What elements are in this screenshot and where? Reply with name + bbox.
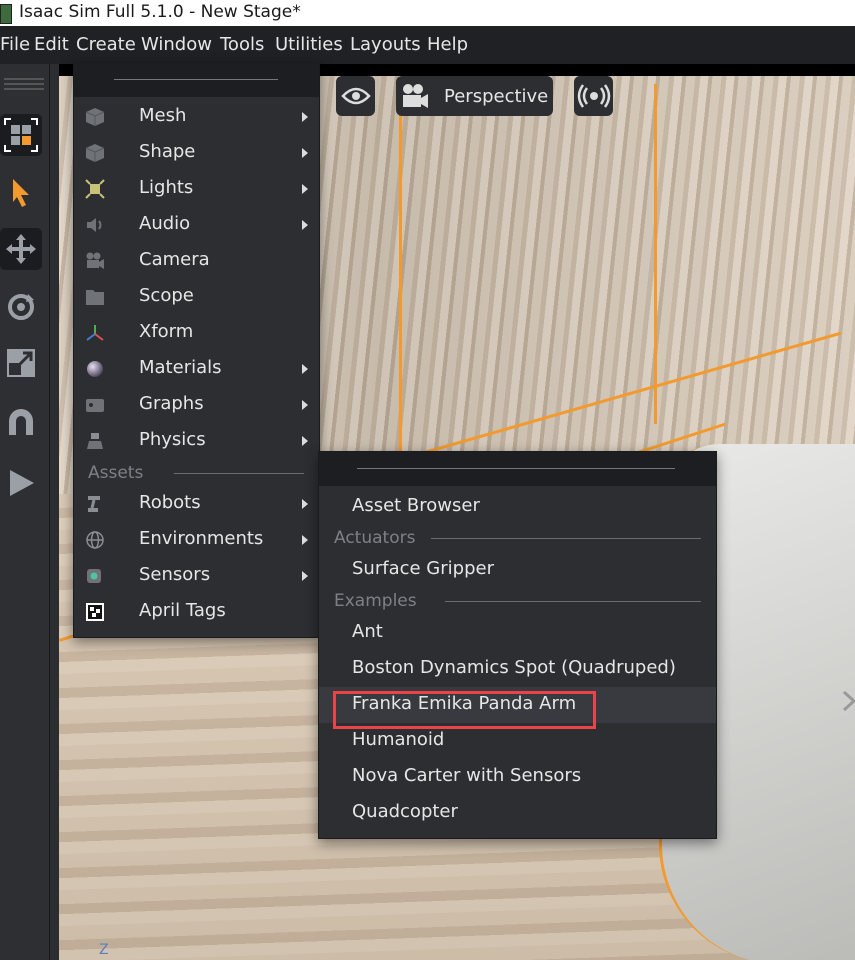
visibility-eye-button[interactable]	[336, 76, 375, 116]
menu-item-physics[interactable]: Physics	[74, 423, 319, 459]
menu-item-camera[interactable]: Camera	[74, 243, 319, 279]
submenu-arrow-icon	[302, 535, 308, 545]
shape-icon	[84, 142, 106, 164]
menu-item-shape[interactable]: Shape	[74, 135, 319, 171]
examples-section-header: Examples	[319, 589, 716, 615]
move-icon[interactable]	[0, 228, 42, 270]
menu-item-ant[interactable]: Ant	[319, 615, 716, 651]
submenu-arrow-icon	[302, 436, 308, 446]
window-title: Isaac Sim Full 5.1.0 - New Stage*	[19, 2, 301, 22]
rotate-icon[interactable]	[0, 286, 42, 328]
actuators-section-header: Actuators	[319, 526, 716, 552]
play-icon[interactable]	[0, 462, 42, 504]
speaker-icon	[84, 214, 106, 236]
folder-icon	[84, 286, 106, 308]
submenu-arrow-icon	[302, 220, 308, 230]
menu-help[interactable]: Help	[427, 34, 468, 55]
select-arrow-icon[interactable]	[0, 172, 42, 214]
camera-icon	[84, 250, 106, 272]
cube-icon	[84, 106, 106, 128]
left-toolbar	[0, 64, 50, 960]
sphere-icon	[84, 358, 106, 380]
broadcast-button[interactable]	[574, 76, 613, 116]
submenu-arrow-icon	[302, 364, 308, 374]
menu-edit[interactable]: Edit	[34, 34, 69, 55]
menu-drag-header	[74, 63, 319, 97]
submenu-arrow-icon	[302, 184, 308, 194]
highlight-annotation-box	[333, 691, 596, 729]
menu-window[interactable]: Window	[141, 34, 212, 55]
menu-item-quadcopter[interactable]: Quadcopter	[319, 795, 716, 831]
toolbar-grip[interactable]	[4, 78, 44, 92]
chevron-right-icon[interactable]	[842, 690, 855, 712]
menu-item-xform[interactable]: Xform	[74, 315, 319, 351]
robot-arm-icon	[84, 493, 106, 515]
robots-submenu: Asset Browser Actuators Surface Gripper …	[318, 451, 717, 839]
menu-layouts[interactable]: Layouts	[350, 34, 421, 55]
eye-icon	[340, 87, 371, 105]
app-icon	[0, 4, 12, 24]
menu-item-graphs[interactable]: Graphs	[74, 387, 319, 423]
create-menu: Mesh Shape Lights Audio Camera Scope Xfo…	[73, 62, 320, 638]
submenu-arrow-icon	[302, 400, 308, 410]
scale-icon[interactable]	[0, 342, 42, 384]
light-icon	[84, 178, 106, 200]
menu-item-scope[interactable]: Scope	[74, 279, 319, 315]
camera-label: Perspective	[444, 85, 549, 107]
assets-section-header: Assets	[74, 461, 319, 487]
menu-item-april-tags[interactable]: April Tags	[74, 594, 319, 630]
selection-outline	[399, 94, 402, 454]
menu-item-robots[interactable]: Robots	[74, 486, 319, 522]
menu-drag-header	[319, 452, 716, 486]
menu-item-lights[interactable]: Lights	[74, 171, 319, 207]
menu-item-boston-dynamics-spot[interactable]: Boston Dynamics Spot (Quadruped)	[319, 651, 716, 687]
selection-mode-icon[interactable]	[0, 114, 42, 156]
selection-outline	[654, 84, 657, 424]
menu-tools[interactable]: Tools	[220, 34, 264, 55]
axis-z-label: Z	[99, 942, 109, 958]
graph-icon	[84, 394, 106, 416]
menu-item-asset-browser[interactable]: Asset Browser	[319, 489, 716, 525]
menu-item-surface-gripper[interactable]: Surface Gripper	[319, 552, 716, 588]
submenu-arrow-icon	[302, 112, 308, 122]
snap-magnet-icon[interactable]	[0, 402, 42, 444]
submenu-arrow-icon	[302, 499, 308, 509]
broadcast-icon	[577, 84, 610, 108]
camera-perspective-button[interactable]: Perspective	[396, 76, 553, 116]
menu-create[interactable]: Create	[76, 34, 136, 55]
submenu-arrow-icon	[302, 571, 308, 581]
menu-item-sensors[interactable]: Sensors	[74, 558, 319, 594]
menu-item-materials[interactable]: Materials	[74, 351, 319, 387]
physics-icon	[84, 430, 106, 452]
menu-bar: File Edit Create Window Tools Utilities …	[0, 26, 855, 64]
menu-item-environments[interactable]: Environments	[74, 522, 319, 558]
menu-utilities[interactable]: Utilities	[275, 34, 343, 55]
menu-file[interactable]: File	[0, 34, 30, 55]
camera-icon	[403, 84, 428, 108]
april-tag-icon	[84, 601, 106, 623]
xform-axes-icon	[84, 322, 106, 344]
menu-item-nova-carter[interactable]: Nova Carter with Sensors	[319, 759, 716, 795]
sensor-icon	[84, 565, 106, 587]
menu-item-audio[interactable]: Audio	[74, 207, 319, 243]
globe-icon	[84, 529, 106, 551]
menu-item-mesh[interactable]: Mesh	[74, 99, 319, 135]
title-bar: Isaac Sim Full 5.1.0 - New Stage*	[0, 0, 855, 26]
submenu-arrow-icon	[302, 148, 308, 158]
